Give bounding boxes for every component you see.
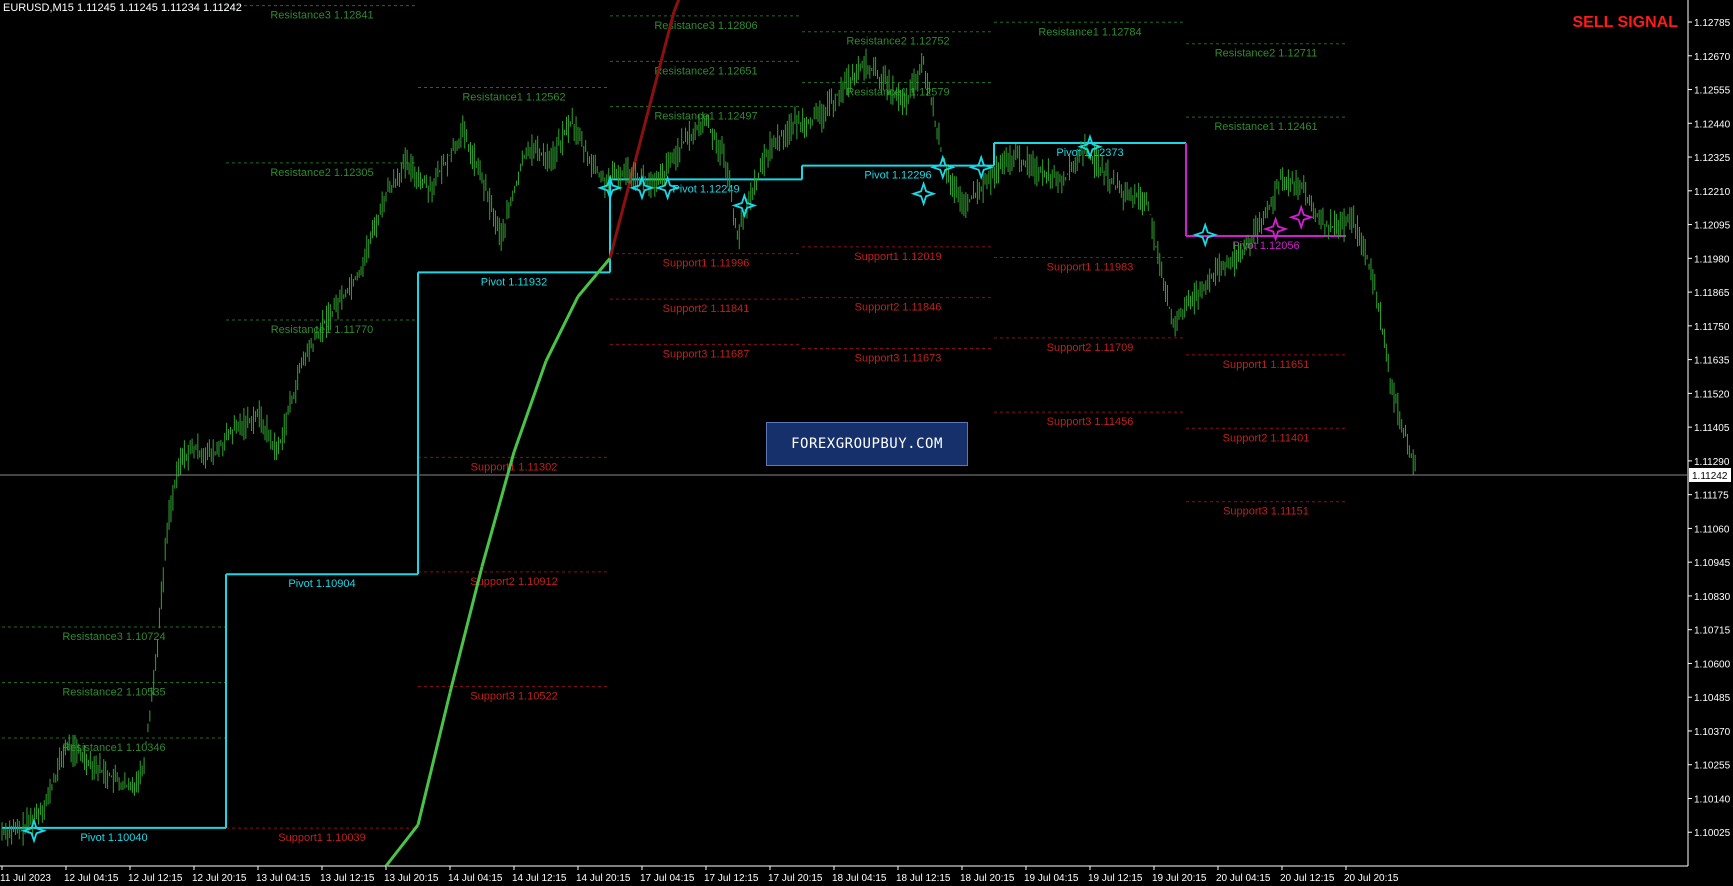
x-tick-label: 20 Jul 12:15 <box>1280 873 1335 884</box>
y-tick-label: 1.11865 <box>1694 288 1730 299</box>
y-tick-label: 1.11175 <box>1694 491 1729 502</box>
x-tick-label: 19 Jul 20:15 <box>1152 873 1207 884</box>
level-label-r3: Resistance3 1.12841 <box>270 10 373 22</box>
level-label-s2: Support2 1.11841 <box>663 303 750 315</box>
signal-star-marker <box>1288 204 1315 231</box>
ma-segment <box>512 360 548 453</box>
x-tick-label: 13 Jul 04:15 <box>256 873 311 884</box>
y-tick-label: 1.11635 <box>1694 356 1730 367</box>
level-label-s1: Support1 1.11983 <box>1047 261 1134 273</box>
level-label-s1: Support1 1.11302 <box>471 461 558 473</box>
y-tick-label: 1.11060 <box>1694 524 1730 535</box>
y-tick-label: 1.12095 <box>1694 221 1731 232</box>
chart-header: EURUSD,M15 1.11245 1.11245 1.11234 1.112… <box>3 2 242 14</box>
x-tick-label: 12 Jul 20:15 <box>192 873 247 884</box>
level-label-r1: Resistance1 1.12784 <box>1038 26 1141 38</box>
level-label-r2: Resistance2 1.10535 <box>62 687 165 699</box>
level-label-s1: Support1 1.11996 <box>663 258 750 270</box>
level-label-s3: Support3 1.10522 <box>470 690 557 702</box>
x-tick-label: 13 Jul 20:15 <box>384 873 439 884</box>
ma-segment <box>448 566 484 694</box>
watermark-badge: FOREXGROUPBUY.COM <box>766 422 968 466</box>
y-tick-label: 1.12785 <box>1694 18 1731 29</box>
signal-star-marker <box>910 180 937 207</box>
ma-segment <box>608 134 644 259</box>
y-tick-label: 1.11980 <box>1694 254 1730 265</box>
y-tick-label: 1.12440 <box>1694 119 1731 130</box>
x-tick-label: 11 Jul 2023 <box>0 873 51 884</box>
level-label-s3: Support3 1.11456 <box>1047 416 1134 428</box>
x-tick-label: 17 Jul 04:15 <box>640 873 695 884</box>
level-label-s2: Support2 1.11401 <box>1223 432 1310 444</box>
sell-signal-label: SELL SIGNAL <box>1572 14 1679 31</box>
level-label-s3: Support3 1.11673 <box>855 352 942 364</box>
level-label-r1: Resistance1 1.12562 <box>462 91 565 103</box>
pivot-label: Pivot 1.12296 <box>864 170 931 182</box>
current-price-label: 1.11242 <box>1692 471 1728 482</box>
ma-segment <box>384 823 420 867</box>
y-tick-label: 1.12670 <box>1694 52 1731 63</box>
level-label-r1: Resistance1 1.12461 <box>1214 121 1317 133</box>
x-tick-label: 14 Jul 12:15 <box>512 873 567 884</box>
y-tick-label: 1.12210 <box>1694 187 1731 198</box>
level-label-s1: Support1 1.10039 <box>278 832 365 844</box>
y-tick-label: 1.10255 <box>1694 761 1731 772</box>
pivot-label: Pivot 1.11932 <box>481 276 547 288</box>
y-tick-label: 1.11405 <box>1694 423 1730 434</box>
x-tick-label: 20 Jul 04:15 <box>1216 873 1271 884</box>
level-label-r3: Resistance3 1.10724 <box>62 631 165 643</box>
level-label-s1: Support1 1.11651 <box>1223 359 1310 371</box>
y-tick-label: 1.11290 <box>1694 457 1730 468</box>
x-tick-label: 17 Jul 20:15 <box>768 873 823 884</box>
x-tick-label: 19 Jul 04:15 <box>1024 873 1079 884</box>
level-label-r2: Resistance2 1.12752 <box>846 36 949 48</box>
x-tick-label: 18 Jul 04:15 <box>832 873 887 884</box>
x-tick-label: 20 Jul 20:15 <box>1344 873 1399 884</box>
level-label-r2: Resistance2 1.12711 <box>1215 48 1318 60</box>
y-tick-label: 1.10370 <box>1694 727 1731 738</box>
ma-segment <box>416 692 452 826</box>
x-tick-label: 14 Jul 20:15 <box>576 873 631 884</box>
y-tick-label: 1.10945 <box>1694 558 1731 569</box>
level-label-s3: Support3 1.11151 <box>1223 506 1309 518</box>
x-tick-label: 17 Jul 12:15 <box>704 873 759 884</box>
y-tick-label: 1.10600 <box>1694 659 1731 670</box>
x-tick-label: 12 Jul 12:15 <box>128 873 183 884</box>
pivot-label: Pivot 1.10040 <box>80 832 147 844</box>
x-tick-label: 19 Jul 12:15 <box>1088 873 1143 884</box>
signal-star-marker <box>968 154 995 181</box>
ma-segment <box>576 257 612 298</box>
level-label-s2: Support2 1.11846 <box>855 302 942 314</box>
x-tick-label: 13 Jul 12:15 <box>320 873 375 884</box>
x-tick-label: 18 Jul 12:15 <box>896 873 951 884</box>
ma-segment <box>544 295 580 362</box>
y-tick-label: 1.10140 <box>1694 794 1731 805</box>
y-tick-label: 1.10830 <box>1694 592 1731 603</box>
level-label-r2: Resistance2 1.12651 <box>654 65 757 77</box>
y-tick-label: 1.10715 <box>1694 626 1731 637</box>
y-tick-label: 1.11750 <box>1694 322 1730 333</box>
level-label-s3: Support3 1.11687 <box>663 348 750 360</box>
level-label-s2: Support2 1.11709 <box>1047 342 1134 354</box>
x-tick-label: 14 Jul 04:15 <box>448 873 503 884</box>
y-tick-label: 1.10485 <box>1694 693 1731 704</box>
signal-star-marker <box>1192 222 1219 248</box>
level-label-r1: Resistance1 1.12579 <box>846 86 949 98</box>
pivot-label: Pivot 1.10904 <box>288 578 355 590</box>
x-tick-label: 12 Jul 04:15 <box>64 873 119 884</box>
y-tick-label: 1.10025 <box>1694 828 1731 839</box>
level-label-r1: Resistance1 1.10346 <box>62 742 165 754</box>
level-label-r2: Resistance2 1.12305 <box>270 167 373 179</box>
y-tick-label: 1.12555 <box>1694 86 1731 97</box>
level-label-s2: Support2 1.10912 <box>470 576 557 588</box>
x-tick-label: 18 Jul 20:15 <box>960 873 1015 884</box>
level-label-s1: Support1 1.12019 <box>854 251 941 263</box>
level-label-r1: Resistance1 1.11770 <box>271 324 374 336</box>
y-tick-label: 1.11520 <box>1694 389 1730 400</box>
y-tick-label: 1.12325 <box>1694 153 1731 164</box>
level-label-r1: Resistance1 1.12497 <box>654 111 757 123</box>
signal-star-marker <box>731 192 758 219</box>
ma-segment <box>672 0 681 13</box>
